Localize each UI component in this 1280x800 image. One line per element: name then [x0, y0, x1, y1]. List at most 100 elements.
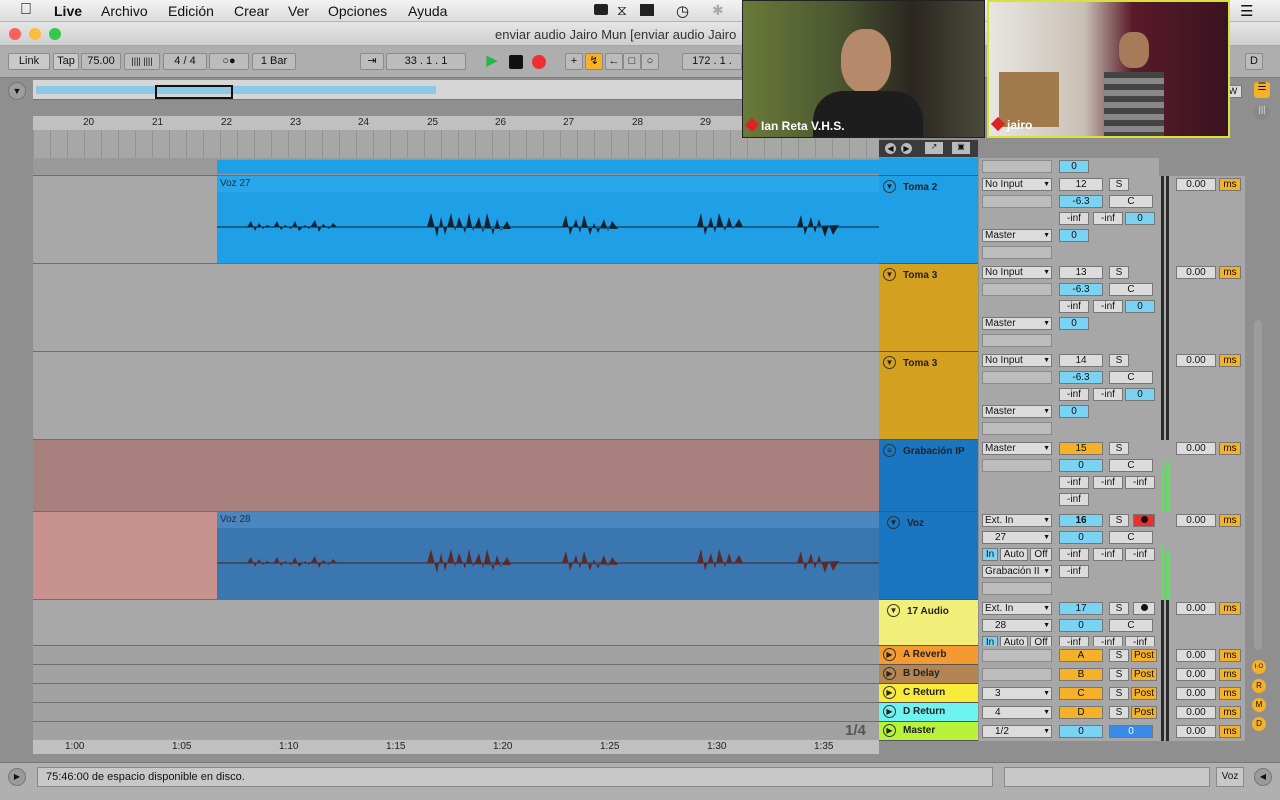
monitor-off[interactable]: Off: [1030, 636, 1052, 646]
fold-icon[interactable]: ▼: [883, 356, 896, 369]
return-letter[interactable]: A: [1059, 649, 1103, 662]
track-number[interactable]: 13: [1059, 266, 1103, 279]
track-header-toma-2[interactable]: ▼ Toma 2: [879, 176, 978, 264]
menu-opciones[interactable]: Opciones: [328, 3, 387, 19]
send-c[interactable]: -inf: [1125, 476, 1155, 489]
fold-icon[interactable]: ▶: [883, 705, 896, 718]
send-a[interactable]: -inf: [1059, 636, 1089, 646]
input-select[interactable]: Ext. In: [982, 514, 1052, 527]
send-b[interactable]: -inf: [1093, 476, 1123, 489]
menu-ver[interactable]: Ver: [288, 3, 309, 19]
lane-partial[interactable]: [33, 158, 879, 176]
clip-voz-27[interactable]: Voz 27: [217, 176, 879, 263]
return-letter[interactable]: C: [1059, 687, 1103, 700]
send-b[interactable]: -inf: [1093, 636, 1123, 646]
fold-icon[interactable]: ▼: [883, 268, 896, 281]
send-c[interactable]: 0: [1125, 300, 1155, 313]
track-number[interactable]: 15: [1059, 442, 1103, 455]
left-arrow-icon[interactable]: ◀: [885, 143, 896, 154]
ms-button[interactable]: ms: [1219, 266, 1241, 279]
volume-field[interactable]: 0: [1059, 619, 1103, 632]
track-delay[interactable]: 0.00: [1176, 602, 1216, 615]
track-number[interactable]: 14: [1059, 354, 1103, 367]
track-header-toma-3b[interactable]: ▼ Toma 3: [879, 352, 978, 440]
fold-icon[interactable]: ▶: [883, 648, 896, 661]
pan-field[interactable]: 0: [1109, 725, 1153, 738]
menu-crear[interactable]: Crear: [234, 3, 269, 19]
track-header-voz[interactable]: ▼ Voz: [879, 512, 978, 600]
volume-field[interactable]: -6.3: [1059, 283, 1103, 296]
follow-icon[interactable]: ⇥: [360, 53, 384, 70]
solo-button[interactable]: S: [1109, 442, 1129, 455]
track-delay[interactable]: 0.00: [1176, 442, 1216, 455]
send-d[interactable]: 0: [1059, 317, 1089, 330]
send-d[interactable]: -inf: [1059, 565, 1089, 578]
pan-field[interactable]: C: [1109, 531, 1153, 544]
lane-grabacion-ip[interactable]: [33, 440, 879, 512]
time-ruler[interactable]: 1:00 1:05 1:10 1:15 1:20 1:25 1:30 1:35: [33, 740, 879, 754]
ms-button[interactable]: ms: [1219, 649, 1241, 662]
track-header-partial[interactable]: [879, 158, 978, 176]
send-c[interactable]: -inf: [1125, 636, 1155, 646]
solo-button[interactable]: S: [1109, 649, 1129, 662]
input-select[interactable]: Ext. In: [982, 602, 1052, 615]
track-delay[interactable]: 0.00: [1176, 354, 1216, 367]
output-select[interactable]: Master: [982, 229, 1052, 242]
send-a[interactable]: -inf: [1059, 548, 1089, 561]
arm-button[interactable]: [1133, 602, 1155, 615]
post-button[interactable]: Post: [1131, 687, 1157, 700]
solo-button[interactable]: S: [1109, 668, 1129, 681]
volume-field[interactable]: 0: [1059, 459, 1103, 472]
selected-track-name[interactable]: Voz: [1216, 767, 1244, 787]
monitor-auto[interactable]: Auto: [1000, 548, 1028, 561]
send-d[interactable]: 0: [1059, 405, 1089, 418]
send-a[interactable]: -inf: [1059, 476, 1089, 489]
track-header-master[interactable]: ▶ Master: [879, 722, 978, 741]
post-button[interactable]: Post: [1131, 668, 1157, 681]
clip-voz-28[interactable]: Voz 28: [217, 512, 879, 599]
pan-field[interactable]: C: [1109, 619, 1153, 632]
lane-a-reverb[interactable]: [33, 646, 879, 665]
input-select[interactable]: No Input: [982, 178, 1052, 191]
minimize-button[interactable]: [29, 28, 41, 40]
output-select[interactable]: Master: [982, 317, 1052, 330]
tap-button[interactable]: Tap: [53, 53, 79, 70]
zoom-icon[interactable]: [594, 4, 608, 15]
delay-toggle-button[interactable]: D: [1252, 717, 1266, 731]
track-delay[interactable]: 0.00: [1176, 649, 1216, 662]
volume-field[interactable]: -6.3: [1059, 195, 1103, 208]
maximize-button[interactable]: [49, 28, 61, 40]
metronome-button[interactable]: ○●: [209, 53, 249, 70]
partial-send[interactable]: 0: [1059, 160, 1089, 173]
track-header-d-return[interactable]: ▶ D Return: [879, 703, 978, 722]
menu-edicion[interactable]: Edición: [168, 3, 214, 19]
ms-button[interactable]: ms: [1219, 668, 1241, 681]
ms-button[interactable]: ms: [1219, 442, 1241, 455]
input-channel-select[interactable]: 27: [982, 531, 1052, 544]
pan-field[interactable]: C: [1109, 459, 1153, 472]
pan-field[interactable]: C: [1109, 371, 1153, 384]
send-c[interactable]: -inf: [1125, 548, 1155, 561]
nudge-icon[interactable]: |||| ||||: [124, 53, 160, 70]
lane-toma-3b[interactable]: [33, 352, 879, 440]
group-fold-icon[interactable]: ≡: [883, 444, 896, 457]
track-header-grabacion-ip[interactable]: ≡ Grabación IP: [879, 440, 978, 512]
solo-button[interactable]: S: [1109, 706, 1129, 719]
ms-button[interactable]: ms: [1219, 687, 1241, 700]
send-c[interactable]: 0: [1125, 388, 1155, 401]
post-button[interactable]: Post: [1131, 649, 1157, 662]
track-header-c-return[interactable]: ▶ C Return: [879, 684, 978, 703]
link-button[interactable]: Link: [8, 53, 50, 70]
app-icon[interactable]: ⧖: [617, 2, 627, 19]
loop-length-field[interactable]: 172 . 1 .: [682, 53, 742, 70]
output-select[interactable]: Grabación II: [982, 565, 1052, 578]
input-select[interactable]: 1/2: [982, 725, 1052, 738]
play-button[interactable]: ▶: [482, 53, 502, 70]
track-delay[interactable]: 0.00: [1176, 687, 1216, 700]
back-arrow-icon[interactable]: ←: [605, 53, 623, 70]
overview-selection[interactable]: [155, 85, 233, 99]
right-arrow-icon[interactable]: ▶: [901, 143, 912, 154]
fold-icon[interactable]: ▶: [883, 686, 896, 699]
ms-button[interactable]: ms: [1219, 514, 1241, 527]
session-record-icon[interactable]: ○: [641, 53, 659, 70]
